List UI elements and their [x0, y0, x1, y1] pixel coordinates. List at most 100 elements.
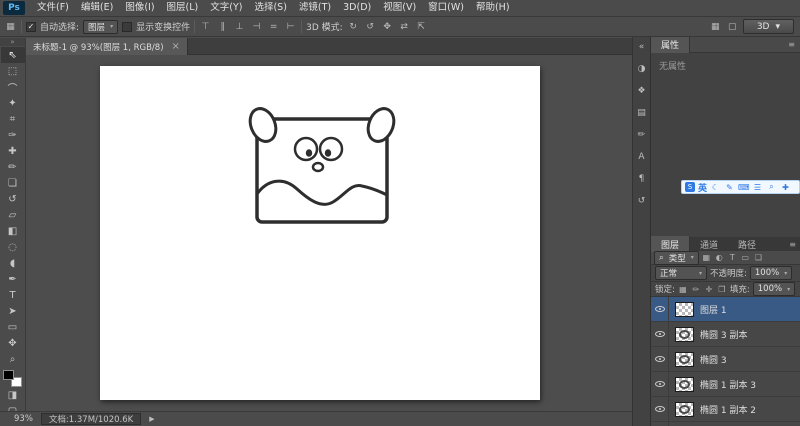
spot-healing-tool[interactable]: ✚: [1, 143, 25, 159]
menu-type[interactable]: 文字(Y): [204, 0, 248, 16]
filter-adjustment-layers-icon[interactable]: ◐: [714, 253, 725, 262]
night-mode-icon[interactable]: ☾: [710, 183, 721, 192]
layer-visibility-toggle[interactable]: [651, 372, 669, 396]
menu-image[interactable]: 图像(I): [119, 0, 160, 16]
handwriting-icon[interactable]: ✎: [724, 183, 735, 192]
type-tool[interactable]: T: [1, 287, 25, 303]
canvas[interactable]: [100, 66, 540, 400]
gradient-tool[interactable]: ◧: [1, 223, 25, 239]
layer-name[interactable]: 椭圆 1 副本 2: [700, 403, 756, 416]
menu-window[interactable]: 窗口(W): [422, 0, 470, 16]
ime-toolbar[interactable]: S 英 ☾ ✎ ⌨ ☰ ⌕ ✚: [681, 180, 800, 194]
rectangular-marquee-tool[interactable]: ⬚: [1, 63, 25, 79]
workspace-switcher[interactable]: 3D ▾: [742, 19, 794, 34]
layer-row[interactable]: 椭圆 1 副本 3: [651, 372, 800, 397]
layer-visibility-toggle[interactable]: [651, 297, 669, 321]
history-brush-tool[interactable]: ↺: [1, 191, 25, 207]
rectangle-tool[interactable]: ▭: [1, 319, 25, 335]
brush-panel-icon[interactable]: ✏: [635, 128, 649, 141]
scale-3d-icon[interactable]: ⇱: [415, 20, 428, 33]
filter-shape-layers-icon[interactable]: ▭: [740, 253, 751, 262]
slide-3d-icon[interactable]: ⇄: [398, 20, 411, 33]
layer-row[interactable]: 椭圆 3 副本: [651, 322, 800, 347]
layer-filter-dropdown[interactable]: ⌕ 类型 ▾: [654, 250, 699, 265]
blend-mode-dropdown[interactable]: 正常 ▾: [655, 266, 707, 280]
panel-menu-icon[interactable]: ≡: [789, 240, 796, 249]
layer-thumbnail[interactable]: [675, 326, 694, 342]
lock-position-icon[interactable]: ✛: [704, 285, 714, 294]
brush-tool[interactable]: ✏: [1, 159, 25, 175]
layer-row[interactable]: 图层 1: [651, 297, 800, 322]
rotate-3d-icon[interactable]: ↻: [347, 20, 360, 33]
lock-all-icon[interactable]: ❒: [717, 285, 727, 294]
menu-file[interactable]: 文件(F): [31, 0, 75, 16]
layer-thumbnail[interactable]: [675, 401, 694, 417]
layer-name[interactable]: 椭圆 3 副本: [700, 328, 747, 341]
align-left-icon[interactable]: ⊣: [250, 20, 263, 33]
opacity-dropdown[interactable]: 100% ▾: [749, 266, 793, 280]
layer-row[interactable]: 椭圆 1 副本: [651, 422, 800, 426]
toolbox-icon[interactable]: ☰: [752, 183, 763, 192]
panel-menu-icon[interactable]: ≡: [788, 40, 795, 49]
layer-row[interactable]: 椭圆 1 副本 2: [651, 397, 800, 422]
auto-select-checkbox[interactable]: ✓: [26, 21, 36, 32]
auto-select-target-dropdown[interactable]: 图层 ▾: [83, 19, 119, 34]
layer-visibility-toggle[interactable]: [651, 397, 669, 421]
color-swatches[interactable]: [3, 370, 22, 387]
layer-name[interactable]: 椭圆 3: [700, 353, 727, 366]
tab-close-icon[interactable]: ×: [172, 41, 180, 52]
clone-stamp-tool[interactable]: ❏: [1, 175, 25, 191]
layer-name[interactable]: 图层 1: [700, 303, 727, 316]
menu-layer[interactable]: 图层(L): [161, 0, 205, 16]
pen-tool[interactable]: ✒: [1, 271, 25, 287]
tab-layers[interactable]: 图层: [651, 236, 691, 252]
lock-transparent-icon[interactable]: ▦: [678, 285, 688, 294]
styles-panel-icon[interactable]: ❖: [635, 84, 649, 97]
screen-mode-icon[interactable]: ▢: [726, 20, 739, 33]
filter-smart-objects-icon[interactable]: ❏: [753, 253, 764, 262]
paragraph-panel-icon[interactable]: ¶: [635, 172, 649, 185]
soft-keyboard-icon[interactable]: ⌨: [738, 183, 750, 192]
swatches-panel-icon[interactable]: ▤: [635, 106, 649, 119]
menu-help[interactable]: 帮助(H): [470, 0, 516, 16]
lasso-tool[interactable]: ⌒: [1, 79, 25, 95]
ime-lang-indicator[interactable]: 英: [698, 181, 707, 194]
layer-visibility-toggle[interactable]: [651, 422, 669, 426]
roll-3d-icon[interactable]: ↺: [364, 20, 377, 33]
tab-properties[interactable]: 属性: [651, 37, 691, 53]
align-vcenter-icon[interactable]: ∥: [216, 20, 229, 33]
path-selection-tool[interactable]: ➤: [1, 303, 25, 319]
quick-selection-tool[interactable]: ✦: [1, 95, 25, 111]
blur-tool[interactable]: ◌: [1, 239, 25, 255]
align-right-icon[interactable]: ⊢: [284, 20, 297, 33]
arrange-documents-icon[interactable]: ▦: [709, 20, 722, 33]
layer-row[interactable]: 椭圆 3: [651, 347, 800, 372]
hand-tool[interactable]: ✥: [1, 335, 25, 351]
filter-pixel-layers-icon[interactable]: ▦: [701, 253, 712, 262]
photoshop-logo[interactable]: Ps: [3, 1, 25, 15]
expand-panels-icon[interactable]: «: [635, 40, 649, 53]
align-bottom-icon[interactable]: ⊥: [233, 20, 246, 33]
adjustments-panel-icon[interactable]: ◑: [635, 62, 649, 75]
canvas-area[interactable]: [26, 55, 632, 411]
menu-select[interactable]: 选择(S): [248, 0, 292, 16]
fill-dropdown[interactable]: 100% ▾: [752, 282, 796, 296]
filter-type-layers-icon[interactable]: T: [727, 253, 738, 262]
menu-3d[interactable]: 3D(D): [337, 0, 377, 16]
tab-channels[interactable]: 通道: [690, 236, 728, 252]
tab-paths[interactable]: 路径: [728, 236, 766, 252]
eyedropper-tool[interactable]: ✑: [1, 127, 25, 143]
document-tab[interactable]: 未标题-1 @ 93%(图层 1, RGB/8) ×: [26, 38, 188, 55]
history-panel-icon[interactable]: ↺: [635, 194, 649, 207]
zoom-level[interactable]: 93%: [14, 414, 33, 424]
layer-thumbnail[interactable]: [675, 376, 694, 392]
crop-tool[interactable]: ⌗: [1, 111, 25, 127]
menu-view[interactable]: 视图(V): [377, 0, 422, 16]
show-transform-checkbox[interactable]: [122, 21, 133, 32]
pan-3d-icon[interactable]: ✥: [381, 20, 394, 33]
eraser-tool[interactable]: ▱: [1, 207, 25, 223]
dodge-tool[interactable]: ◖: [1, 255, 25, 271]
tool-preset-icon[interactable]: ▦: [4, 20, 17, 33]
align-hcenter-icon[interactable]: =: [267, 20, 280, 33]
status-flyout-icon[interactable]: ▶: [149, 415, 154, 423]
